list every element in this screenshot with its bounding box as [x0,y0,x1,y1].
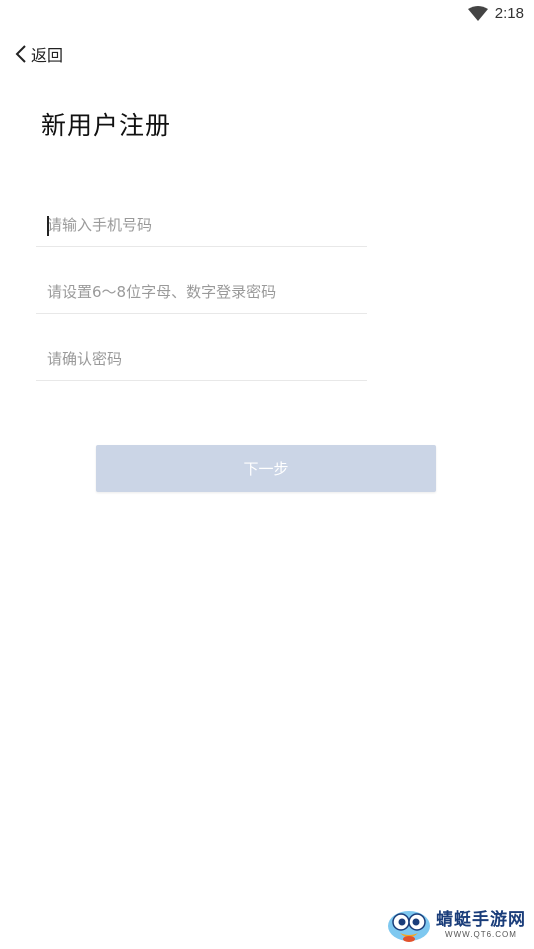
watermark: 蜻蜓手游网 WWW.QT6.COM [386,905,526,945]
confirm-password-input[interactable] [36,338,367,380]
watermark-url: WWW.QT6.COM [445,930,517,939]
confirm-password-field[interactable] [36,338,367,381]
page-title: 新用户注册 [41,111,172,140]
status-time: 2:18 [494,5,524,22]
status-bar: 2:18 [0,0,534,28]
text-caret [47,216,49,236]
watermark-name: 蜻蜓手游网 [436,910,526,930]
chevron-left-icon [15,45,26,63]
password-input[interactable] [36,271,367,313]
password-field[interactable] [36,271,367,314]
dragonfly-logo-icon [388,911,430,942]
back-label: 返回 [31,46,64,65]
phone-field[interactable] [36,204,367,247]
wifi-icon [468,6,488,21]
next-step-button[interactable]: 下一步 [96,445,436,492]
back-button[interactable]: 返回 [14,42,63,66]
phone-input[interactable] [36,204,367,246]
